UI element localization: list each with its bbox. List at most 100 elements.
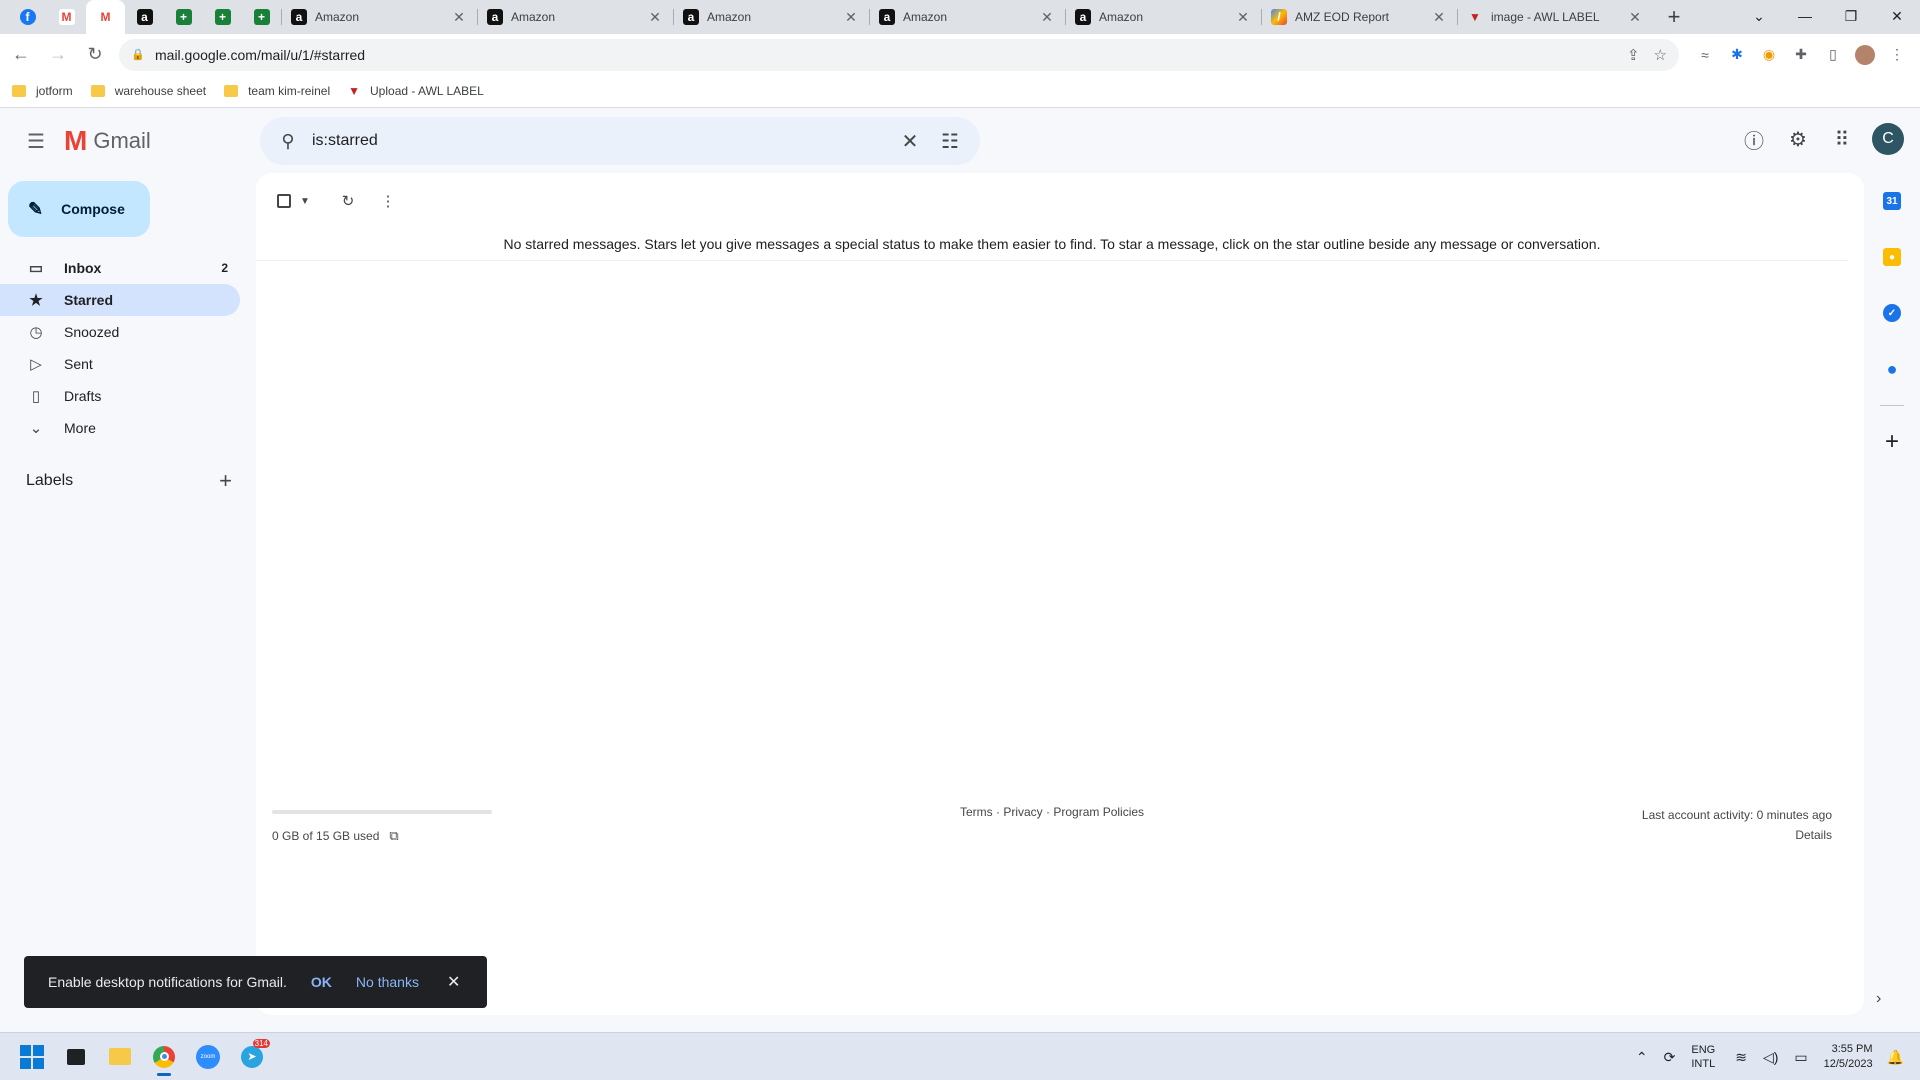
select-dropdown-icon[interactable]: ▼ [298, 183, 312, 219]
bookmark-team-kim-reinel[interactable]: team kim-reinel [224, 84, 330, 98]
telegram-icon: ➤ [241, 1045, 263, 1068]
tab-sheets[interactable]: + [203, 0, 242, 34]
close-window-icon[interactable]: ✕ [1874, 0, 1920, 32]
bookmark-upload-awl-label[interactable]: ▼ Upload - AWL LABEL [348, 84, 484, 98]
notification-bell-icon[interactable]: 🔔 [1887, 1049, 1904, 1066]
taskview-button[interactable] [54, 1037, 98, 1077]
storage-text[interactable]: 0 GB of 15 GB used [272, 829, 379, 843]
nav-item-snoozed[interactable]: ◷ Snoozed [0, 316, 240, 348]
select-checkbox[interactable] [270, 183, 298, 219]
close-tab-icon[interactable]: ✕ [1039, 9, 1055, 25]
clear-search-icon[interactable]: ✕ [890, 121, 930, 161]
chrome-menu-icon[interactable]: ⋮ [1881, 39, 1913, 71]
compose-button[interactable]: ✎ Compose [8, 181, 150, 237]
volume-icon[interactable]: ◁) [1763, 1049, 1778, 1066]
nav-item-more[interactable]: ⌄ More [0, 412, 240, 444]
privacy-link[interactable]: Privacy [1003, 805, 1042, 819]
reload-button[interactable]: ↻ [79, 39, 111, 71]
close-tab-icon[interactable]: ✕ [1235, 9, 1251, 25]
refresh-icon[interactable]: ↻ [330, 183, 366, 219]
close-tab-icon[interactable]: ✕ [843, 9, 859, 25]
account-activity: Last account activity: 0 minutes ago Det… [1642, 805, 1832, 845]
restore-icon[interactable]: ❐ [1828, 0, 1874, 32]
language-indicator[interactable]: ENG INTL [1691, 1043, 1715, 1071]
main-menu-icon[interactable]: ☰ [12, 117, 60, 165]
address-bar[interactable]: 🔒 mail.google.com/mail/u/1/#starred ⇪ ☆ [119, 38, 1679, 71]
account-avatar[interactable]: C [1872, 123, 1904, 155]
start-button[interactable] [10, 1037, 54, 1077]
gmail-logo[interactable]: M Gmail [64, 125, 242, 157]
nav-item-sent[interactable]: ▷ Sent [0, 348, 240, 380]
tab-amazon[interactable]: a [125, 0, 164, 34]
search-input[interactable] [312, 132, 890, 150]
zoom-taskbar-button[interactable]: zoom [186, 1037, 230, 1077]
close-tab-icon[interactable]: ✕ [1431, 9, 1447, 25]
profile-avatar-icon[interactable] [1849, 39, 1881, 71]
tab-amazon[interactable]: a Amazon ✕ [281, 0, 477, 34]
tab-sheets[interactable]: + [164, 0, 203, 34]
close-snackbar-icon[interactable]: ✕ [447, 972, 460, 992]
tab-sheets[interactable]: + [242, 0, 281, 34]
calendar-app[interactable]: 31 [1864, 173, 1920, 229]
extension-icon[interactable]: ≈ [1689, 39, 1721, 71]
get-addons-button[interactable]: + [1864, 414, 1920, 470]
ok-button[interactable]: OK [311, 974, 332, 990]
bookmark-star-icon[interactable]: ☆ [1654, 46, 1667, 64]
tab-facebook[interactable]: f [8, 0, 47, 34]
contacts-app[interactable]: ● [1864, 341, 1920, 397]
tab-search-icon[interactable]: ⌄ [1736, 0, 1782, 32]
minimize-icon[interactable]: — [1782, 0, 1828, 32]
search-options-icon[interactable]: ☷ [930, 121, 970, 161]
extension-icon[interactable]: ✱ [1721, 39, 1753, 71]
nav-item-starred[interactable]: ★ Starred [0, 284, 240, 316]
extension-icon[interactable]: ◉ [1753, 39, 1785, 71]
new-tab-button[interactable]: + [1657, 0, 1691, 34]
browser-tab-strip: f M M a + + + a Amazon ✕ a Amazon ✕ a Am… [0, 0, 1920, 34]
settings-gear-icon[interactable]: ⚙ [1776, 117, 1820, 161]
search-icon[interactable]: ⚲ [270, 123, 306, 159]
more-options-icon[interactable]: ⋮ [370, 183, 406, 219]
program-policies-link[interactable]: Program Policies [1053, 805, 1144, 819]
tab-title: AMZ EOD Report [1295, 10, 1390, 24]
close-tab-icon[interactable]: ✕ [451, 9, 467, 25]
tab-gmail[interactable]: M [47, 0, 86, 34]
help-icon[interactable]: ⓘ [1732, 117, 1776, 161]
chrome-taskbar-button[interactable] [142, 1037, 186, 1077]
side-panel-icon[interactable]: ▯ [1817, 39, 1849, 71]
wifi-icon[interactable]: ≋ [1735, 1049, 1747, 1066]
create-label-icon[interactable]: + [219, 468, 232, 494]
keep-app[interactable]: ● [1864, 229, 1920, 285]
show-side-panel-icon[interactable]: › [1876, 990, 1881, 1008]
tab-amazon[interactable]: a Amazon ✕ [1065, 0, 1261, 34]
forward-button[interactable]: → [42, 39, 74, 71]
file-explorer-button[interactable] [98, 1037, 142, 1077]
tab-amazon[interactable]: a Amazon ✕ [477, 0, 673, 34]
nav-item-inbox[interactable]: ▭ Inbox 2 [0, 252, 240, 284]
chevron-up-icon[interactable]: ⌃ [1636, 1049, 1648, 1066]
open-external-icon[interactable]: ⧉ [389, 828, 398, 844]
tab-awl-label[interactable]: ▼ image - AWL LABEL ✕ [1457, 0, 1653, 34]
google-apps-icon[interactable]: ⠿ [1820, 117, 1864, 161]
tasks-app[interactable]: ✓ [1864, 285, 1920, 341]
close-tab-icon[interactable]: ✕ [1627, 9, 1643, 25]
tab-gmail-active[interactable]: M [86, 0, 125, 34]
details-link[interactable]: Details [1642, 825, 1832, 845]
amazon-icon: a [683, 9, 699, 25]
back-button[interactable]: ← [5, 39, 37, 71]
sync-icon[interactable]: ⟳ [1664, 1049, 1676, 1066]
nav-item-drafts[interactable]: ▯ Drafts [0, 380, 240, 412]
bookmark-warehouse-sheet[interactable]: warehouse sheet [90, 84, 206, 98]
lock-icon[interactable]: 🔒 [131, 48, 145, 61]
battery-icon[interactable]: ▭ [1794, 1049, 1807, 1066]
tab-amazon[interactable]: a Amazon ✕ [869, 0, 1065, 34]
bookmark-jotform[interactable]: jotform [12, 84, 73, 98]
no-thanks-button[interactable]: No thanks [356, 974, 419, 990]
close-tab-icon[interactable]: ✕ [647, 9, 663, 25]
tab-amz-eod-report[interactable]: / AMZ EOD Report ✕ [1261, 0, 1457, 34]
puzzle-icon[interactable]: ✚ [1785, 39, 1817, 71]
tab-amazon[interactable]: a Amazon ✕ [673, 0, 869, 34]
terms-link[interactable]: Terms [960, 805, 993, 819]
telegram-taskbar-button[interactable]: ➤ 314 [230, 1037, 274, 1077]
clock[interactable]: 3:55 PM 12/5/2023 [1824, 1042, 1873, 1072]
share-icon[interactable]: ⇪ [1627, 46, 1640, 64]
